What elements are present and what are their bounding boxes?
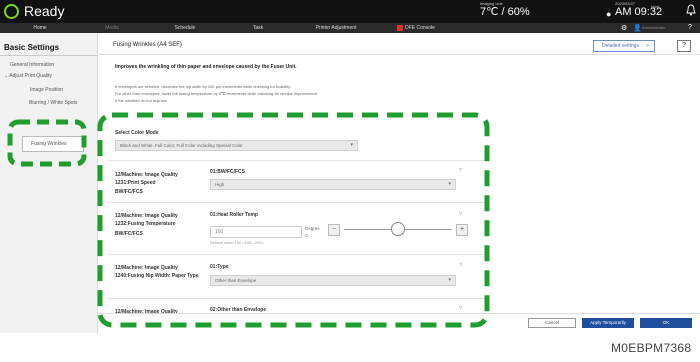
apply-temporarily-button[interactable]: Apply Temporarily xyxy=(582,318,634,328)
sidebar-item-blurring-white-spots[interactable]: Blurring / White Spots xyxy=(29,100,77,106)
setting-sub-label: BW/FC/FCS xyxy=(115,189,143,195)
note-line-1: If envelopes are wrinkled, decrease the … xyxy=(115,84,292,89)
print-speed-value: High xyxy=(215,182,225,187)
note-line-3: If the wrinkles do not improve xyxy=(115,98,168,103)
tab-task[interactable]: Task xyxy=(228,23,288,33)
heat-roller-temp-input[interactable]: 150 xyxy=(210,226,302,238)
clock-icon: ● xyxy=(606,9,612,19)
detailed-settings-button[interactable]: Detailed settings > xyxy=(593,40,655,52)
field-label: 01:Type xyxy=(210,264,229,270)
ok-button[interactable]: OK xyxy=(640,318,692,328)
machine-status-title: Ready xyxy=(24,3,65,19)
help-button[interactable]: ? xyxy=(677,40,691,52)
tab-printer-adjustment[interactable]: Printer Adjustment xyxy=(300,23,372,33)
caret-down-icon: ▾ xyxy=(350,142,353,148)
status-indicator-icon xyxy=(4,4,19,19)
setting-name-label: 1232:Fusing Temperature xyxy=(115,221,176,227)
tab-schedule-label: Schedule xyxy=(174,25,196,31)
tab-media[interactable]: Media xyxy=(82,23,142,33)
setting-group-label: 12/Machine: Image Quality xyxy=(115,172,178,178)
temperature-slider-thumb[interactable] xyxy=(391,222,405,236)
help-icon[interactable]: ? xyxy=(459,212,462,218)
increment-button[interactable]: + xyxy=(456,224,468,236)
tab-media-label: Media xyxy=(105,25,119,31)
divider xyxy=(108,298,488,299)
tab-home-label: Home xyxy=(33,25,47,31)
color-mode-value: Black and White, Full Color, Full Color … xyxy=(120,143,243,148)
print-speed-select[interactable]: High ▾ xyxy=(210,179,456,190)
setting-group-label: 12/Machine: Image Quality xyxy=(115,213,178,219)
sidebar-item-adjust-print-quality-label: Adjust Print Quality xyxy=(9,73,52,79)
color-mode-select[interactable]: Black and White, Full Color, Full Color … xyxy=(115,140,358,151)
tab-dfe-console-label: DFE Console xyxy=(405,25,435,31)
field-label: 01:BW/FC/FCS xyxy=(210,169,245,175)
caret-down-icon: ▾ xyxy=(448,181,451,187)
setting-group-label: 12/Machine: Image Quality xyxy=(115,265,178,271)
sidebar-divider xyxy=(0,55,98,56)
detailed-settings-label: Detailed settings xyxy=(602,43,639,49)
dfe-console-icon xyxy=(397,24,404,31)
unit-bottom: C xyxy=(305,233,309,238)
paper-type-select[interactable]: Other than Envelope ▾ xyxy=(210,275,456,286)
tab-home[interactable]: Home xyxy=(10,23,70,33)
cancel-button[interactable]: Cancel xyxy=(528,318,576,328)
tab-printer-adjustment-label: Printer Adjustment xyxy=(315,25,357,31)
divider xyxy=(108,254,488,255)
user-icon: 👤 xyxy=(633,25,642,32)
field-label: 01:Heat Roller Temp xyxy=(210,212,258,218)
chevron-right-icon: > xyxy=(646,43,649,49)
decrement-button[interactable]: − xyxy=(328,224,340,236)
help-icon[interactable]: ? xyxy=(459,306,462,312)
caret-down-icon: ▾ xyxy=(448,277,451,283)
figure-code: M0EBPM7368 xyxy=(611,341,692,355)
help-icon[interactable]: ? xyxy=(459,168,462,174)
tab-task-label: Task xyxy=(252,25,264,31)
sidebar-item-general-information[interactable]: General Information xyxy=(10,62,54,68)
user-label: Administrator xyxy=(642,25,666,30)
sidebar-item-adjust-print-quality[interactable]: ⌄ Adjust Print Quality xyxy=(4,73,52,79)
main-nav: Home Media Schedule Task Printer Adjustm… xyxy=(0,23,700,33)
imaging-unit-value: 7℃ / 60% xyxy=(480,6,530,18)
page-title: Fusing Wrinkles (A4 SEF) xyxy=(113,42,182,48)
setting-name-label: 1231:Print Speed xyxy=(115,180,156,186)
tab-dfe-console[interactable]: DFE Console xyxy=(382,23,450,33)
top-bar: Ready Imaging Unit 7℃ / 60% 2023/03/27 A… xyxy=(0,0,700,23)
tab-schedule[interactable]: Schedule xyxy=(155,23,215,33)
setting-name-label: 1240:Fusing Nip Width: Paper Type xyxy=(115,273,199,279)
note-line-2: For other than envelopes, lower the fusi… xyxy=(115,91,319,96)
gear-icon[interactable]: ⚙ xyxy=(621,24,627,32)
divider xyxy=(108,202,488,203)
imaging-unit-status: Imaging Unit 7℃ / 60% xyxy=(480,1,530,19)
unit-label: Degree C xyxy=(305,225,320,239)
color-mode-label: Select Color Mode xyxy=(115,130,159,136)
bell-icon[interactable] xyxy=(686,4,696,16)
paper-type-value: Other than Envelope xyxy=(215,278,257,283)
default-value-note: Default value:150 <100 - 200> xyxy=(210,240,264,245)
sidebar-item-image-position[interactable]: Image Position xyxy=(30,87,63,93)
sidebar-title: Basic Settings xyxy=(4,43,60,52)
content-header: Fusing Wrinkles (A4 SEF) Detailed settin… xyxy=(99,33,700,55)
unit-top: Degree xyxy=(305,226,320,231)
setting-sub-label: BW/FC/FCS xyxy=(115,231,143,237)
sidebar-item-fusing-wrinkles[interactable]: Fusing Wrinkles xyxy=(22,136,84,152)
help-nav-button[interactable]: ? xyxy=(688,23,692,33)
divider xyxy=(108,160,488,161)
intro-text: Improves the wrinkling of thin paper and… xyxy=(115,64,297,70)
host-label: Host xyxy=(651,4,660,9)
help-icon[interactable]: ? xyxy=(459,263,462,269)
